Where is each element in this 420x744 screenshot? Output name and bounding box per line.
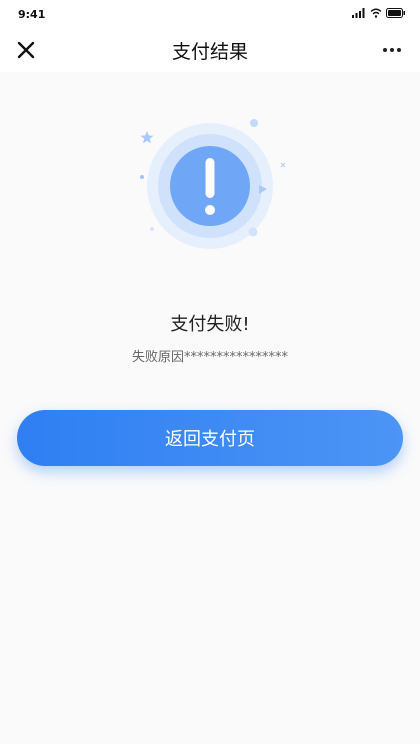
result-title: 支付失败! xyxy=(170,314,250,335)
signal-icon xyxy=(352,8,365,18)
nav-bar: 支付结果 xyxy=(0,28,420,72)
more-button[interactable] xyxy=(378,38,406,62)
decor-cross xyxy=(280,162,286,168)
exclamation-icon xyxy=(205,158,215,198)
status-icons xyxy=(352,8,406,18)
decor-dot xyxy=(248,227,258,237)
wifi-icon xyxy=(370,8,382,18)
return-to-payment-button[interactable]: 返回支付页 xyxy=(17,410,403,466)
decor-dot xyxy=(140,175,144,179)
status-time: 9:41 xyxy=(18,8,46,21)
status-bar: 9:41 xyxy=(0,0,420,28)
decor-dot xyxy=(250,119,258,127)
decor-dot xyxy=(150,227,154,231)
battery-icon xyxy=(386,8,405,18)
more-icon xyxy=(383,48,387,52)
star-icon xyxy=(140,131,154,144)
failure-illustration xyxy=(130,110,290,260)
failure-reason: 失败原因**************** xyxy=(131,350,288,365)
page-title: 支付结果 xyxy=(171,41,248,63)
